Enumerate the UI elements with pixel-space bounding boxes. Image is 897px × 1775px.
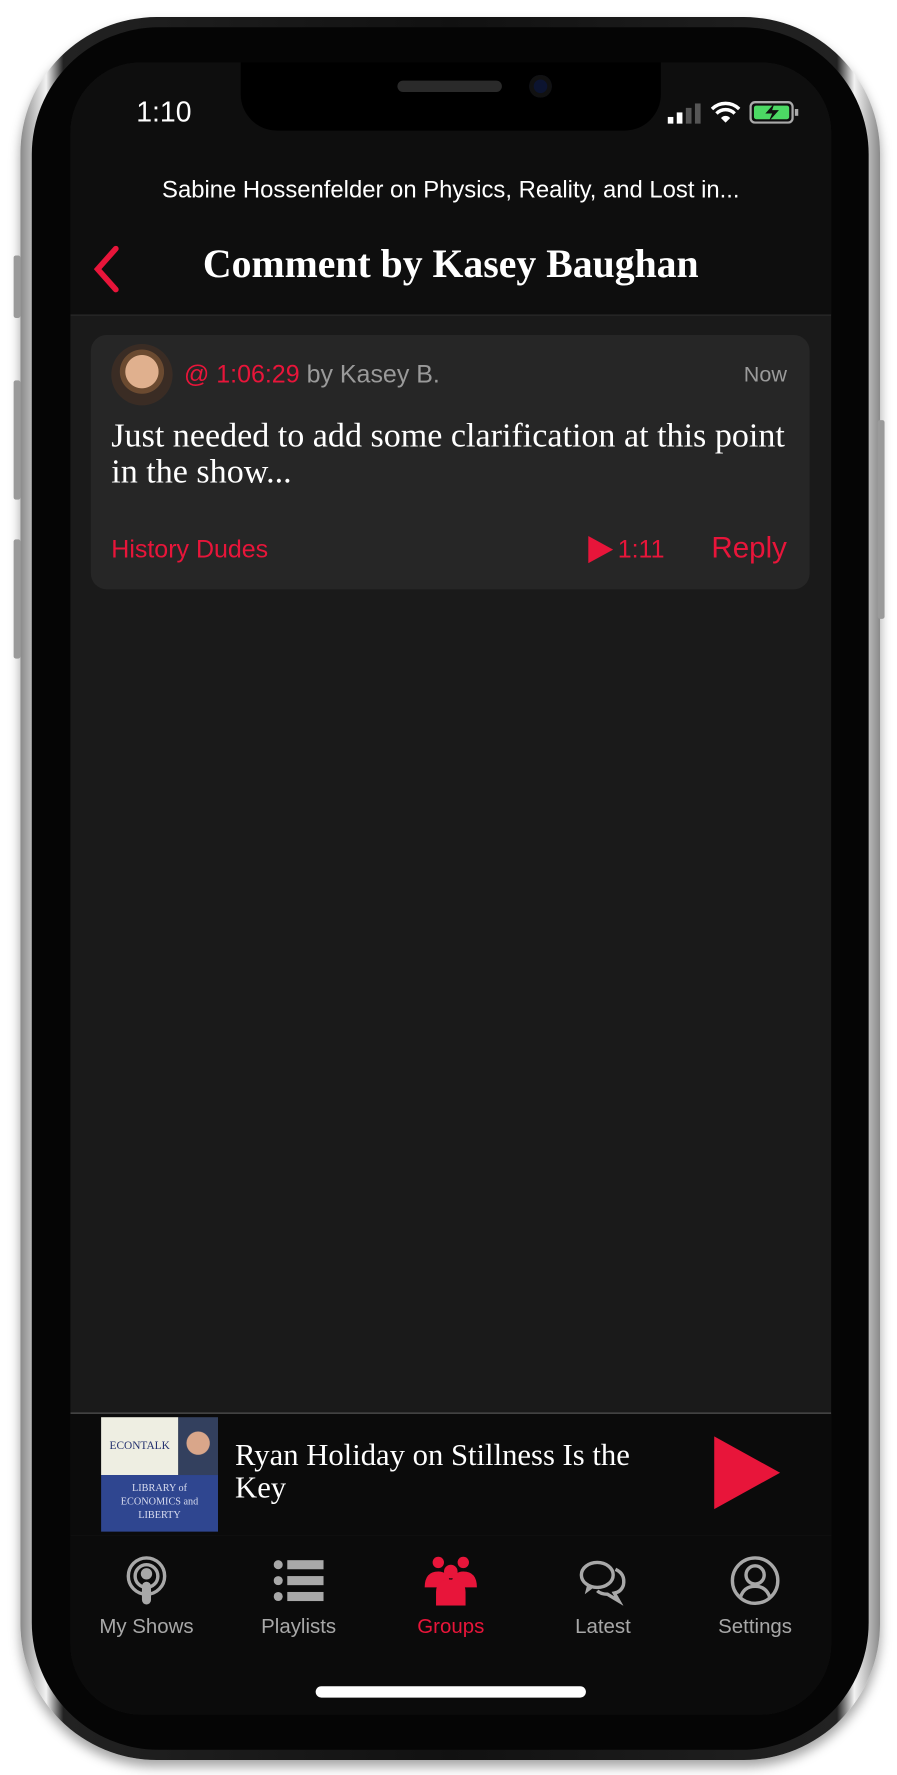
power-button bbox=[877, 420, 885, 619]
comment-timestamp-link[interactable]: @ 1:06:29 bbox=[184, 360, 300, 388]
episode-artwork: ECONTALK LIBRARY of ECONOMICS and LIBERT… bbox=[101, 1417, 219, 1532]
posted-time: Now bbox=[743, 363, 787, 388]
person-icon bbox=[730, 1556, 780, 1606]
list-icon bbox=[273, 1560, 324, 1602]
wifi-icon bbox=[710, 101, 741, 123]
chat-bubbles-icon bbox=[579, 1560, 626, 1606]
tab-my-shows[interactable]: My Shows bbox=[70, 1556, 222, 1639]
play-icon bbox=[588, 535, 614, 564]
comment-card: @ 1:06:29 by Kasey B. Now Just needed to… bbox=[90, 334, 810, 590]
play-icon[interactable] bbox=[714, 1436, 781, 1510]
battery-charging-icon bbox=[749, 101, 799, 124]
page-title: Comment by Kasey Baughan bbox=[202, 241, 699, 287]
reply-button[interactable]: Reply bbox=[711, 530, 786, 565]
signal-icon bbox=[667, 103, 701, 124]
play-clip-button[interactable]: 1:11 bbox=[588, 535, 664, 565]
comment-body: Just needed to add some clarification at… bbox=[111, 416, 785, 491]
comment-meta: @ 1:06:29 by Kasey B. bbox=[184, 360, 440, 390]
screen: 1:10 Sabine Hossenfelder on Physics, Rea… bbox=[70, 62, 832, 1715]
status-time: 1:10 bbox=[136, 96, 192, 129]
tab-settings[interactable]: Settings bbox=[679, 1556, 831, 1639]
volume-down-button bbox=[13, 539, 21, 659]
now-playing-bar[interactable]: ECONTALK LIBRARY of ECONOMICS and LIBERT… bbox=[70, 1412, 832, 1537]
group-link[interactable]: History Dudes bbox=[111, 535, 268, 565]
clip-duration: 1:11 bbox=[617, 534, 665, 564]
volume-up-button bbox=[13, 380, 21, 500]
tab-groups[interactable]: Groups bbox=[375, 1556, 527, 1639]
comment-author: by Kasey B. bbox=[306, 359, 440, 389]
status-icons bbox=[667, 101, 800, 124]
now-playing-title: Ryan Holiday on Stillness Is the Key bbox=[235, 1437, 630, 1505]
mute-switch bbox=[13, 255, 21, 318]
avatar[interactable] bbox=[111, 344, 173, 406]
tab-latest[interactable]: Latest bbox=[527, 1556, 679, 1639]
navigation-header: 1:10 Sabine Hossenfelder on Physics, Rea… bbox=[70, 62, 832, 316]
home-indicator[interactable] bbox=[315, 1686, 586, 1698]
notch bbox=[240, 62, 661, 131]
episode-title: Sabine Hossenfelder on Physics, Reality,… bbox=[162, 177, 740, 204]
podcast-icon bbox=[126, 1556, 167, 1605]
group-icon bbox=[424, 1556, 477, 1606]
tab-playlists[interactable]: Playlists bbox=[223, 1556, 375, 1639]
tab-bar: My Shows Playlists Groups Latest Setting… bbox=[70, 1535, 832, 1715]
